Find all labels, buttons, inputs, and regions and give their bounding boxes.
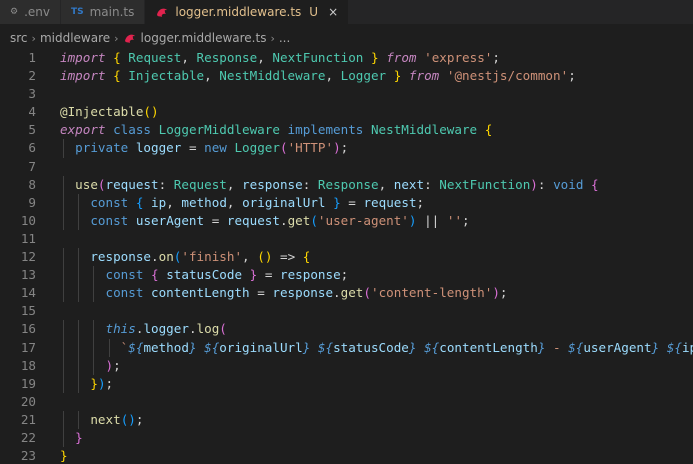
- tab-label: main.ts: [89, 5, 135, 19]
- chevron-right-icon: ›: [31, 31, 36, 45]
- breadcrumb-item-file[interactable]: logger.middleware.ts: [141, 31, 267, 45]
- code-area[interactable]: 1 import { Request, Response, NextFunctio…: [0, 49, 693, 464]
- line-number[interactable]: 17: [0, 339, 36, 357]
- line-number[interactable]: 18: [0, 357, 36, 375]
- code-text: export class LoggerMiddleware implements…: [60, 122, 493, 138]
- nestjs-icon: [155, 6, 169, 18]
- untracked-status-badge: U: [309, 5, 319, 19]
- code-text: next();: [90, 411, 144, 427]
- code-text: use(request: Request, response: Response…: [75, 176, 599, 192]
- line-number[interactable]: 21: [0, 411, 36, 429]
- line-number[interactable]: 11: [0, 230, 36, 248]
- code-text: }: [60, 448, 68, 464]
- code-text: response.on('finish', () => {: [90, 249, 311, 265]
- line-number[interactable]: 14: [0, 284, 36, 302]
- line-number[interactable]: 15: [0, 302, 36, 320]
- tab-main-ts[interactable]: TS main.ts: [60, 0, 146, 24]
- line-number[interactable]: 2: [0, 67, 36, 85]
- code-text: import { Injectable, NestMiddleware, Log…: [60, 68, 576, 84]
- line-number[interactable]: 4: [0, 103, 36, 121]
- code-line[interactable]: 11: [0, 230, 693, 248]
- code-text: `${method} ${originalUrl} ${statusCode} …: [120, 339, 693, 355]
- code-text: private logger = new Logger('HTTP');: [75, 140, 349, 156]
- code-line[interactable]: 21 next();: [0, 410, 693, 429]
- code-line[interactable]: 19 });: [0, 374, 693, 393]
- code-line[interactable]: 23}: [0, 447, 693, 464]
- line-number[interactable]: 20: [0, 393, 36, 411]
- code-line[interactable]: 18 );: [0, 356, 693, 375]
- line-number[interactable]: 23: [0, 447, 36, 464]
- tab-env[interactable]: ⚙ .env: [0, 0, 61, 24]
- line-number[interactable]: 19: [0, 375, 36, 393]
- code-text: import { Request, Response, NextFunction…: [60, 50, 500, 65]
- line-number[interactable]: 5: [0, 121, 36, 139]
- breadcrumb: src › middleware › logger.middleware.ts …: [0, 28, 693, 48]
- code-text: });: [90, 375, 114, 391]
- breadcrumb-item-src[interactable]: src: [10, 31, 28, 45]
- code-line[interactable]: 3: [0, 85, 693, 103]
- chevron-right-icon: ›: [270, 31, 275, 45]
- tab-logger-middleware[interactable]: logger.middleware.ts U ×: [145, 0, 350, 24]
- code-line[interactable]: 2 import { Injectable, NestMiddleware, Lo…: [0, 67, 693, 85]
- line-number[interactable]: 3: [0, 85, 36, 103]
- line-number[interactable]: 22: [0, 429, 36, 447]
- line-number[interactable]: 12: [0, 248, 36, 266]
- code-line[interactable]: 4 @Injectable(): [0, 103, 693, 121]
- breadcrumb-item-middleware[interactable]: middleware: [40, 31, 110, 45]
- code-text: }: [75, 429, 83, 445]
- code-line[interactable]: 22 }: [0, 428, 693, 448]
- tab-bar-empty-space: [349, 0, 693, 24]
- gear-icon: ⚙: [10, 7, 19, 17]
- chevron-right-icon: ›: [114, 31, 119, 45]
- line-number[interactable]: 7: [0, 158, 36, 176]
- tab-label: logger.middleware.ts: [175, 5, 302, 19]
- code-text: const { statusCode } = response;: [105, 267, 349, 283]
- breadcrumb-item-symbol[interactable]: ...: [279, 31, 290, 45]
- line-number[interactable]: 1: [0, 49, 36, 67]
- code-line[interactable]: 16 this.logger.log(: [0, 320, 693, 339]
- tab-label: .env: [24, 5, 50, 19]
- line-number[interactable]: 9: [0, 194, 36, 212]
- code-line[interactable]: 14 const contentLength = response.get('c…: [0, 284, 693, 303]
- line-number[interactable]: 10: [0, 212, 36, 230]
- code-text: const contentLength = response.get('cont…: [105, 285, 508, 301]
- code-text: @Injectable(): [60, 104, 159, 120]
- code-line[interactable]: 7: [0, 158, 693, 176]
- code-line[interactable]: 9 const { ip, method, originalUrl } = re…: [0, 193, 693, 212]
- code-line[interactable]: 13 const { statusCode } = response;: [0, 266, 693, 285]
- line-number[interactable]: 16: [0, 320, 36, 338]
- typescript-icon: TS: [70, 7, 84, 17]
- code-text: const { ip, method, originalUrl } = requ…: [90, 194, 425, 210]
- nestjs-icon: [123, 32, 137, 44]
- code-editor[interactable]: ⚙ .env TS main.ts logger.middleware.ts U…: [0, 0, 693, 464]
- code-text: );: [105, 357, 121, 373]
- code-line[interactable]: 17 `${method} ${originalUrl} ${statusCod…: [0, 338, 693, 357]
- close-icon[interactable]: ×: [328, 5, 338, 19]
- code-text: const userAgent = request.get('user-agen…: [90, 212, 470, 228]
- code-line[interactable]: 12 response.on('finish', () => {: [0, 248, 693, 267]
- code-line[interactable]: 20: [0, 393, 693, 411]
- code-line[interactable]: 6 private logger = new Logger('HTTP');: [0, 139, 693, 158]
- line-number[interactable]: 13: [0, 266, 36, 284]
- line-number[interactable]: 6: [0, 139, 36, 157]
- code-line[interactable]: 1 import { Request, Response, NextFunctio…: [0, 49, 693, 67]
- code-line[interactable]: 5 export class LoggerMiddleware implement…: [0, 121, 693, 139]
- code-line[interactable]: 15: [0, 302, 693, 320]
- code-text: this.logger.log(: [105, 321, 227, 337]
- code-line[interactable]: 10 const userAgent = request.get('user-a…: [0, 211, 693, 230]
- code-line[interactable]: 8 use(request: Request, response: Respon…: [0, 175, 693, 194]
- tab-bar: ⚙ .env TS main.ts logger.middleware.ts U…: [0, 0, 693, 24]
- line-number[interactable]: 8: [0, 176, 36, 194]
